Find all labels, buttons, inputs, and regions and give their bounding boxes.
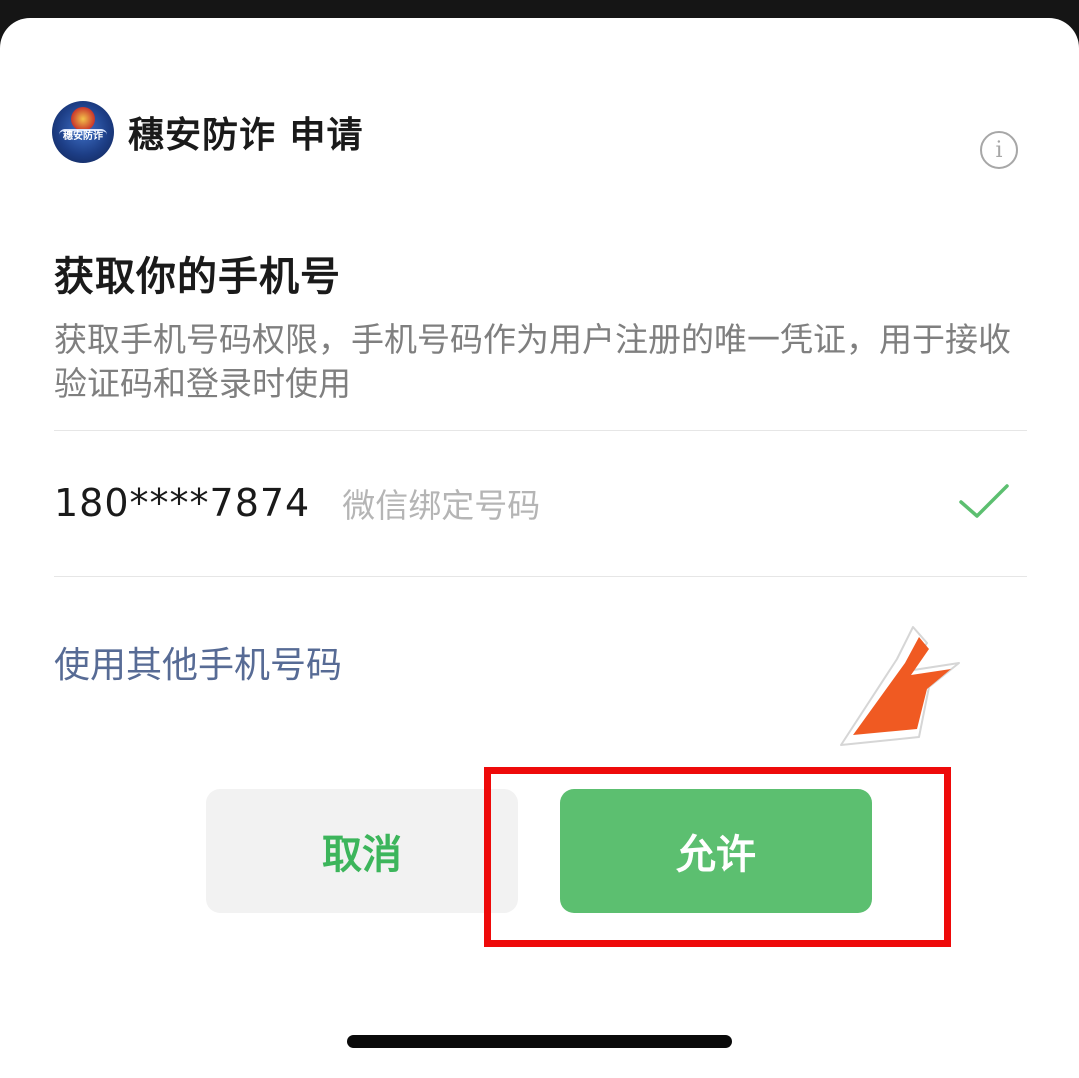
app-name: 穗安防诈 申请 [128, 115, 364, 156]
cancel-button[interactable]: 取消 [206, 789, 518, 913]
phone-tag: 微信绑定号码 [342, 486, 541, 525]
app-header: 穗安防诈 穗安防诈 申请 [52, 100, 364, 164]
info-icon[interactable]: i [980, 131, 1018, 169]
use-other-phone-link[interactable]: 使用其他手机号码 [54, 636, 342, 688]
app-logo: 穗安防诈 [52, 101, 114, 163]
check-icon [959, 484, 1009, 518]
home-indicator [347, 1035, 732, 1048]
highlight-box [484, 767, 951, 947]
logo-text: 穗安防诈 [63, 131, 103, 142]
phone-option-row[interactable]: 180****7874 微信绑定号码 [54, 430, 1027, 576]
phone-number: 180****7874 [54, 481, 311, 525]
divider [54, 576, 1027, 577]
permission-description: 获取手机号码权限，手机号码作为用户注册的唯一凭证，用于接收验证码和登录时使用 [54, 320, 1011, 403]
permission-title: 获取你的手机号 [54, 254, 341, 300]
pointer-arrow-icon [840, 626, 960, 746]
police-emblem-icon [71, 107, 95, 131]
permission-sheet: 穗安防诈 穗安防诈 申请 i 获取你的手机号 获取手机号码权限，手机号码作为用户… [0, 18, 1079, 1078]
